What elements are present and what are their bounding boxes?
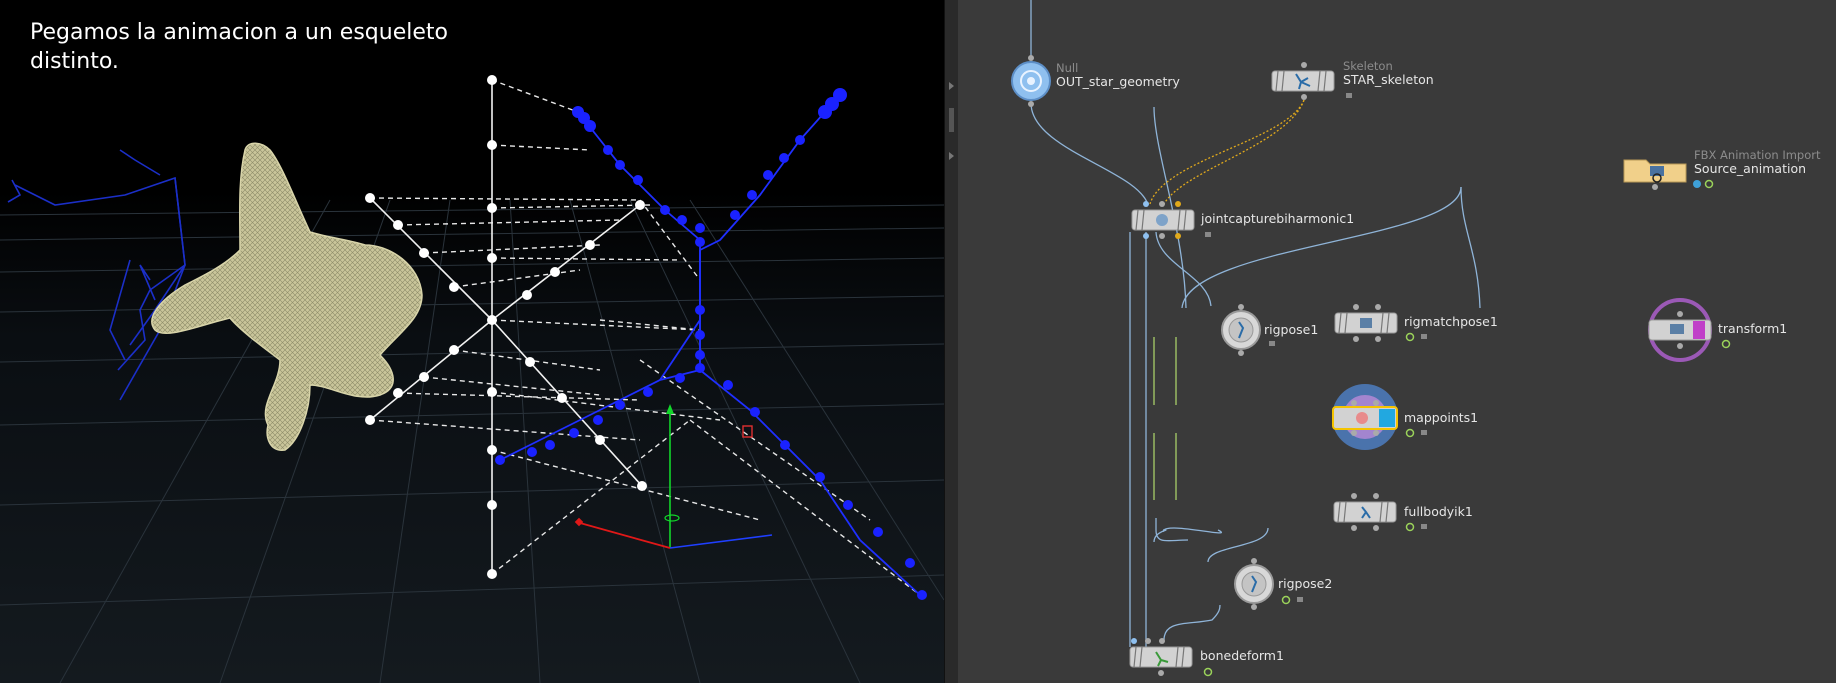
node-label-rigpose2[interactable]: rigpose2 <box>1278 576 1332 591</box>
node-label-star-skeleton[interactable]: STAR_skeleton <box>1343 72 1434 87</box>
node-label-fullbodyik1[interactable]: fullbodyik1 <box>1404 504 1473 519</box>
network-canvas <box>1011 0 1731 677</box>
viewport-canvas <box>0 75 944 683</box>
node-label-rigpose1[interactable]: rigpose1 <box>1264 322 1318 337</box>
node-type-label: FBX Animation Import <box>1694 148 1821 162</box>
node-label-transform1[interactable]: transform1 <box>1718 321 1787 336</box>
expand-arrow-icon[interactable] <box>949 152 954 160</box>
node-label-out-star-geometry[interactable]: OUT_star_geometry <box>1056 74 1180 89</box>
scene-viewport[interactable]: Pegamos la animacion a un esqueleto dist… <box>0 0 944 683</box>
node-label-source-animation[interactable]: Source_animation <box>1694 161 1806 176</box>
network-editor[interactable]: Null OUT_star_geometry Skeleton STAR_ske… <box>958 0 1836 683</box>
pane-divider[interactable] <box>944 0 959 683</box>
node-star-skeleton[interactable] <box>1271 62 1352 100</box>
viewport-caption: Pegamos la animacion a un esqueleto dist… <box>30 20 448 74</box>
node-label-mappoints1[interactable]: mappoints1 <box>1404 410 1478 425</box>
node-out-star-geometry[interactable] <box>1011 55 1051 107</box>
node-label-jointcapture[interactable]: jointcapturebiharmonic1 <box>1201 211 1354 226</box>
data-wires <box>1153 337 1177 500</box>
node-label-rigmatchpose1[interactable]: rigmatchpose1 <box>1404 314 1498 329</box>
capture-wires <box>1149 99 1305 205</box>
divider-handle[interactable] <box>949 108 954 132</box>
node-type-label: Skeleton <box>1343 59 1393 73</box>
node-label-bonedeform1[interactable]: bonedeform1 <box>1200 648 1284 663</box>
node-type-label: Null <box>1056 61 1079 75</box>
collapse-arrow-icon[interactable] <box>949 82 954 90</box>
